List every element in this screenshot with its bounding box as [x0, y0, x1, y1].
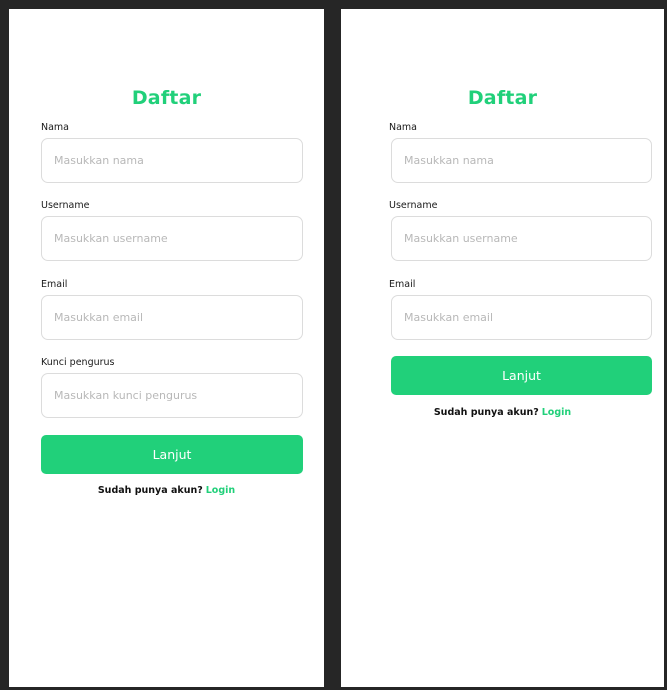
name-input[interactable] [41, 138, 303, 183]
page-title: Daftar [131, 87, 202, 109]
name-label: Nama [389, 122, 418, 133]
email-input[interactable] [41, 295, 303, 340]
canvas: Daftar Nama Username Email Kunci penguru… [0, 0, 667, 690]
login-prompt: Sudah punya akun? Login [9, 485, 324, 496]
page-title: Daftar [467, 87, 538, 109]
username-input[interactable] [391, 216, 652, 261]
username-input[interactable] [41, 216, 303, 261]
continue-button[interactable]: Lanjut [41, 435, 303, 474]
login-prompt-text: Sudah punya akun? [433, 407, 539, 418]
admin-key-label: Kunci pengurus [41, 357, 115, 368]
admin-key-input[interactable] [41, 373, 303, 418]
name-input[interactable] [391, 138, 652, 183]
username-label: Username [41, 200, 90, 211]
email-label: Email [389, 279, 416, 290]
login-prompt-text: Sudah punya akun? [97, 485, 203, 496]
register-screen-basic: Daftar Nama Username Email Lanjut Sudah … [341, 9, 664, 687]
email-label: Email [41, 279, 68, 290]
login-link[interactable]: Login [542, 407, 571, 418]
login-link[interactable]: Login [206, 485, 235, 496]
register-screen-admin: Daftar Nama Username Email Kunci penguru… [9, 9, 324, 687]
login-prompt: Sudah punya akun? Login [341, 407, 664, 418]
name-label: Nama [41, 122, 70, 133]
email-input[interactable] [391, 295, 652, 340]
continue-button[interactable]: Lanjut [391, 356, 652, 395]
username-label: Username [389, 200, 438, 211]
